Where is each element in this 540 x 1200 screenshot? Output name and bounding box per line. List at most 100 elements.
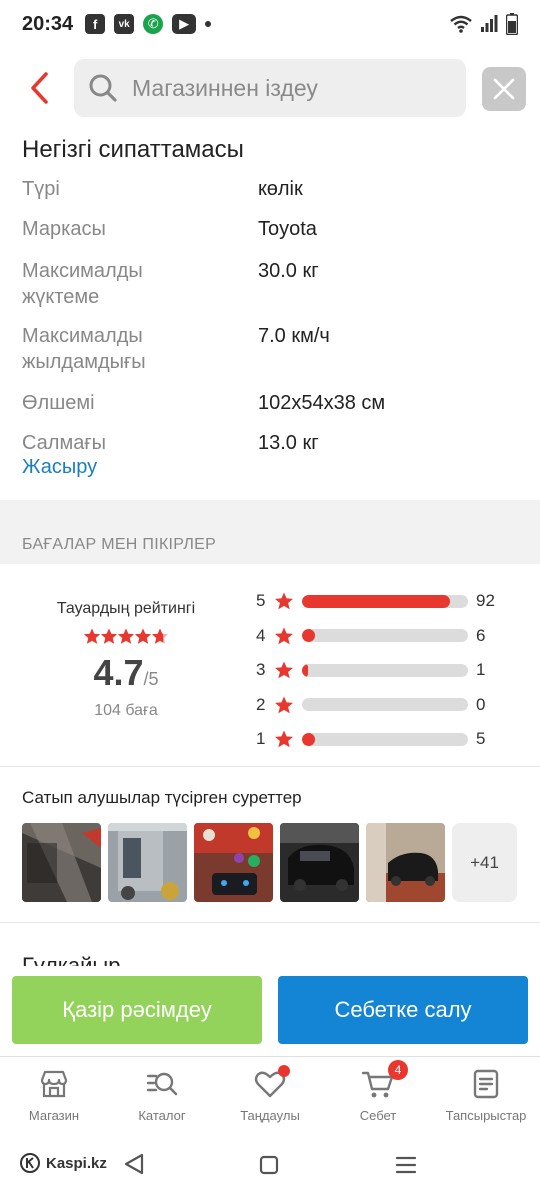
menu-lines-icon	[395, 1156, 417, 1174]
spec-key: Өлшемі	[22, 392, 95, 414]
spec-row: Өлшемі 102x54x38 см	[22, 390, 522, 430]
hide-specs-link[interactable]: Жасыру	[22, 456, 97, 479]
tab-favorites[interactable]: Таңдаулы	[216, 1057, 324, 1138]
shop-icon	[40, 1070, 68, 1098]
divider	[0, 766, 540, 767]
chevron-left-icon	[31, 72, 48, 104]
spec-value: 13.0 кг	[258, 432, 319, 454]
specs-title: Негізгі сипаттамасы	[22, 136, 244, 163]
clear-search-button[interactable]	[482, 67, 526, 111]
rating-star-filled	[101, 628, 117, 644]
rating-bar-row[interactable]: 4 6	[256, 619, 526, 654]
rating-bar-row[interactable]: 5 92	[256, 584, 526, 619]
rating-star-filled	[118, 628, 134, 644]
signal-icon	[481, 15, 498, 32]
facebook-icon: f	[85, 14, 106, 34]
tab-shop[interactable]: Магазин	[0, 1057, 108, 1138]
rating-bar-fill	[302, 594, 450, 608]
divider	[0, 922, 540, 923]
tab-cart[interactable]: 4 Себет	[324, 1057, 432, 1138]
favorites-notification-dot	[278, 1065, 290, 1077]
spec-value: 102x54x38 см	[258, 392, 386, 414]
more-notifications-icon	[205, 21, 212, 27]
rating-bar-fill	[302, 732, 315, 746]
bar-stars: 1	[256, 729, 266, 749]
rating-of: /5	[143, 669, 159, 689]
spec-key: Түрі	[22, 178, 60, 200]
triangle-back-icon	[124, 1153, 144, 1175]
kaspi-logo-icon	[20, 1153, 40, 1173]
add-to-cart-button[interactable]: Себетке салу	[278, 976, 528, 1044]
rating-distribution: 5 92 4 6 3 1 2 0 1 5	[256, 584, 526, 757]
spec-row: Салмағы 13.0 кг	[22, 430, 522, 456]
spec-key: Салмағы	[22, 432, 107, 454]
tab-label: Таңдаулы	[240, 1108, 300, 1123]
star-icon	[275, 696, 293, 714]
action-bar: Қазір рәсімдеу Себетке салу	[0, 966, 540, 1056]
system-home-button[interactable]	[258, 1154, 280, 1181]
youtube-icon: ▶	[172, 14, 197, 34]
customer-photo[interactable]	[280, 823, 359, 902]
back-button[interactable]	[26, 70, 56, 106]
wifi-icon	[450, 15, 472, 33]
close-icon	[493, 78, 515, 100]
rating-star-filled	[135, 628, 151, 644]
spec-row: Максималды жүктеме 30.0 кг	[22, 258, 522, 323]
bar-stars: 4	[256, 625, 266, 645]
spec-row: Максималды жылдамдығы 7.0 км/ч	[22, 323, 522, 390]
search-input[interactable]	[132, 74, 432, 102]
status-time: 20:34	[22, 12, 74, 35]
whatsapp-icon: ✆	[143, 14, 164, 34]
rating-bar	[302, 698, 468, 712]
rating-bar-row[interactable]: 3 1	[256, 653, 526, 688]
status-bar: 20:34 f vk ✆ ▶	[0, 0, 540, 48]
search-icon	[89, 74, 117, 102]
kaspi-brand-label: Kaspi.kz	[46, 1154, 107, 1172]
customer-photos-title: Сатып алушылар түсірген суреттер	[22, 788, 302, 807]
tab-label: Себет	[359, 1108, 397, 1123]
spec-key: Маркасы	[22, 218, 106, 240]
search-box[interactable]	[74, 59, 466, 117]
bar-count: 5	[476, 729, 486, 749]
cart-badge: 4	[388, 1060, 408, 1080]
rating-label: Тауардың рейтингі	[56, 600, 196, 617]
spec-key: Максималды жылдамдығы	[22, 325, 146, 373]
order-now-button[interactable]: Қазір рәсімдеу	[12, 976, 262, 1044]
customer-photo[interactable]	[366, 823, 445, 902]
tab-label: Магазин	[28, 1108, 80, 1123]
rating-bar-row[interactable]: 1 5	[256, 722, 526, 757]
system-navigation-bar: Kaspi.kz	[0, 1140, 540, 1200]
orders-icon	[473, 1069, 499, 1099]
rating-value-line: 4.7/5	[22, 652, 230, 694]
spec-value: көлік	[258, 178, 303, 200]
spec-key: Максималды жүктеме	[22, 260, 143, 308]
spec-value: Toyota	[258, 218, 317, 240]
customer-photo[interactable]	[194, 823, 273, 902]
bar-count: 6	[476, 625, 486, 645]
customer-photo[interactable]	[22, 823, 101, 902]
rating-bar-row[interactable]: 2 0	[256, 688, 526, 723]
rating-summary: Тауардың рейтингі 4.7/5 104 баға	[22, 600, 230, 720]
star-rating-icon	[84, 628, 168, 644]
bar-count: 0	[476, 694, 486, 714]
bar-count: 92	[476, 591, 495, 611]
more-photos-button[interactable]: +41	[452, 823, 517, 902]
vk-icon: vk	[114, 14, 135, 34]
bar-count: 1	[476, 660, 486, 680]
square-home-icon	[259, 1155, 279, 1175]
tab-orders[interactable]: Тапсырыстар	[432, 1057, 540, 1138]
tab-label: Тапсырыстар	[445, 1108, 527, 1123]
reviews-section-caption: БАҒАЛАР МЕН ПІКІРЛЕР	[22, 536, 217, 553]
bar-stars: 3	[256, 660, 266, 680]
tab-catalog[interactable]: Каталог	[108, 1057, 216, 1138]
spec-row: Түрі көлік	[22, 176, 522, 216]
customer-photos-row: +41	[22, 823, 517, 902]
system-back-button[interactable]	[122, 1153, 146, 1180]
spec-row: Маркасы Toyota	[22, 216, 522, 258]
customer-photo[interactable]	[108, 823, 187, 902]
bottom-tab-bar: Магазин Каталог Таңдаулы 4 Себет Тапсыры…	[0, 1056, 540, 1138]
battery-icon	[506, 13, 518, 35]
section-divider	[0, 500, 540, 564]
review-author-name: Гүлкайыр	[22, 953, 121, 966]
system-recents-button[interactable]	[394, 1154, 418, 1181]
